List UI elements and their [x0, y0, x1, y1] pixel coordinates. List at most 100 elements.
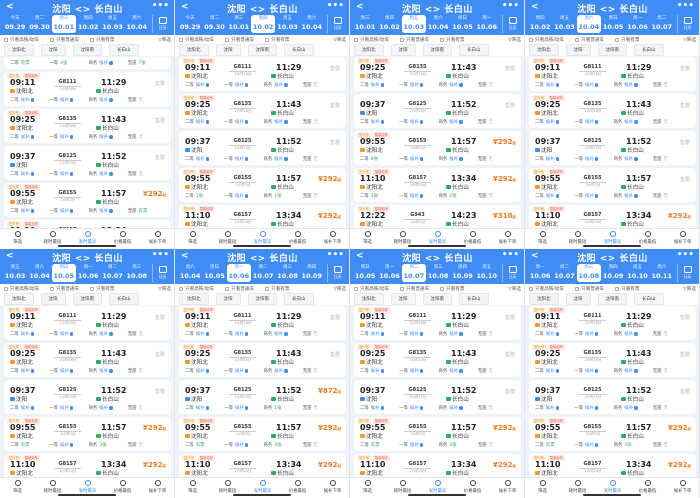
nav-item[interactable]: 筛选 — [525, 478, 560, 498]
seat-class[interactable]: 商务 候补 — [614, 405, 653, 411]
seat-class[interactable]: 商务 2张 — [439, 193, 478, 199]
seat-class[interactable]: 商务 候补 — [89, 331, 128, 337]
train-card[interactable]: 09:37 G8125 2小时15分 11:52 沈阳 长白山 售罄 二等 候补 一等 候补 商务 候补… — [529, 380, 696, 414]
date-tab[interactable]: 周二 10.07 — [650, 15, 674, 33]
filter-checkbox[interactable]: 只看普通车 — [50, 286, 79, 292]
filter-button[interactable]: ▽筛选 — [683, 37, 696, 43]
date-tab[interactable]: 周三 10.08 — [125, 264, 149, 282]
seat-class[interactable]: 商务 候补 — [89, 60, 128, 66]
train-card[interactable]: 复兴号智能动车11:10G81572小时24分13:34沈阳北长白山¥292起二… — [529, 454, 696, 477]
seat-class[interactable]: 二等 候补 — [535, 405, 574, 411]
filter-button[interactable]: ▽筛选 — [508, 286, 521, 292]
seat-class[interactable]: 一等 候补 — [399, 193, 438, 199]
station-chip[interactable]: 沈阳南 — [597, 44, 627, 56]
date-tab[interactable]: 周五 10.10 — [475, 264, 499, 282]
seat-class[interactable]: 无座无 — [303, 119, 342, 125]
seat-class[interactable]: 无座无 — [478, 442, 517, 448]
more-button[interactable]: ••• — [327, 1, 344, 11]
seat-class[interactable]: 一等 候补 — [574, 82, 613, 88]
date-tab[interactable]: 周五 10.10 — [625, 264, 649, 282]
seat-class[interactable]: 无座无 — [653, 156, 692, 162]
seat-class[interactable]: 二等 候补 — [535, 156, 574, 162]
seat-class[interactable]: 商务 候补 — [614, 82, 653, 88]
seat-class[interactable]: 二等 有票 — [185, 442, 224, 448]
date-tab[interactable]: 周四 10.09 — [601, 264, 625, 282]
seat-class[interactable]: 二等 有票 — [10, 442, 49, 448]
seat-class[interactable]: 商务 3张 — [89, 442, 128, 448]
date-tab[interactable]: 周一 10.06 — [377, 264, 401, 282]
seat-class[interactable]: 无座无 — [128, 405, 167, 411]
seat-class[interactable]: 商务 候补 — [439, 405, 478, 411]
train-card[interactable]: 复兴号智能动车11:10G81572小时24分13:34沈阳北长白山¥292起二… — [4, 454, 171, 477]
seat-class[interactable]: 无座无 — [303, 368, 342, 374]
station-chip[interactable]: 沈阳 — [565, 44, 591, 56]
nav-item[interactable]: 候补下单 — [315, 229, 349, 249]
filter-checkbox[interactable]: 只看普通车 — [225, 37, 254, 43]
calendar-button[interactable]: 日历 — [327, 15, 347, 33]
train-card[interactable]: 复兴号 智能动车 09:25 G8135 2小时18分 11:43 沈阳北 长白山 售罄 二等 候补… — [354, 57, 521, 91]
date-tab[interactable]: 周二 10.07 — [251, 264, 275, 282]
seat-class[interactable]: 无座无 — [303, 193, 342, 199]
filter-checkbox[interactable]: 只看高铁/动车 — [354, 286, 389, 292]
seat-class[interactable]: 一等 候补 — [49, 134, 88, 140]
train-card[interactable]: 二等 有票 一等 3张 商务 候补 无座 7张 — [4, 57, 171, 69]
seat-class[interactable]: 二等 候补 — [10, 97, 49, 103]
station-chip[interactable]: 长白山 — [459, 44, 489, 56]
seat-class[interactable]: 二等 候补 — [185, 368, 224, 374]
train-card[interactable]: 复兴号 智能动车 09:55 G8155 2小时2分 11:57 沈阳北 长白山 ¥292起 二等… — [354, 417, 521, 451]
calendar-button[interactable]: 日历 — [502, 15, 522, 33]
date-tab[interactable]: 周六 10.04 — [178, 264, 202, 282]
train-card[interactable]: 复兴号 智能动车 09:25 G8135 2小时18分 11:43 沈阳北 长白山 售罄 二等 候补… — [529, 94, 696, 128]
date-tab[interactable]: 周六 10.04 — [27, 264, 51, 282]
seat-class[interactable]: 无座无 — [303, 331, 342, 337]
station-chip[interactable]: 沈阳南 — [597, 293, 627, 305]
seat-class[interactable]: 商务 3张 — [439, 442, 478, 448]
date-tab[interactable]: 周五 10.03 — [100, 15, 124, 33]
filter-checkbox[interactable]: 只看高铁/动车 — [529, 37, 564, 43]
date-tab[interactable]: 周日 10.05 — [601, 15, 625, 33]
train-card[interactable]: 复兴号智能动车11:10G81572小时24分13:34沈阳北长白山¥292起二… — [354, 168, 521, 202]
seat-class[interactable]: 二等 候补 — [360, 119, 399, 125]
station-chip[interactable]: 长白山 — [459, 293, 489, 305]
seat-class[interactable]: 二等 候补 — [535, 368, 574, 374]
date-tab[interactable]: 周六 10.04 — [125, 15, 149, 33]
seat-class[interactable]: 一等 候补 — [224, 331, 263, 337]
station-chip[interactable]: 沈阳 — [40, 44, 66, 56]
seat-class[interactable]: 一等 候补 — [399, 331, 438, 337]
seat-class[interactable]: 一等 候补 — [574, 119, 613, 125]
seat-class[interactable]: 一等 候补 — [49, 208, 88, 214]
train-card[interactable]: 09:37 G8125 2小时15分 11:52 沈阳 长白山 售罄 二等 候补 一等 候补 商务 候补… — [4, 146, 171, 180]
seat-class[interactable]: 一等 候补 — [224, 193, 263, 199]
train-card[interactable]: 09:37 G8125 2小时15分 11:52 沈阳 长白山 售罄 二等 候补 一等 候补 商务 候补… — [529, 131, 696, 165]
station-chip[interactable]: 沈阳南 — [247, 44, 277, 56]
seat-class[interactable]: 无座 有票 — [128, 208, 167, 214]
nav-item[interactable]: 候补下单 — [490, 229, 524, 249]
train-card[interactable]: 复兴号智能动车11:10G81572小时24分13:34沈阳北长白山¥292起二… — [354, 454, 521, 477]
seat-class[interactable]: 无座无 — [303, 405, 342, 411]
seat-class[interactable]: 无座无 — [478, 193, 517, 199]
date-tab[interactable]: 周六 10.04 — [426, 15, 450, 33]
seat-class[interactable]: 一等 候补 — [224, 405, 263, 411]
seat-class[interactable]: 商务 候补 — [264, 82, 303, 88]
train-card[interactable]: 复兴号智能动车12:22G9432小时1分14:23沈阳北长白山¥310起二等候… — [354, 205, 521, 228]
train-card[interactable]: 复兴号智能动车11:10G81572小时24分13:34沈阳北长白山¥292起二… — [529, 205, 696, 228]
station-chip[interactable]: 沈阳北 — [354, 44, 384, 56]
station-chip[interactable]: 长白山 — [284, 44, 314, 56]
seat-class[interactable]: 商务 候补 — [264, 156, 303, 162]
seat-class[interactable]: 无座无 — [128, 442, 167, 448]
station-chip[interactable]: 长白山 — [634, 293, 664, 305]
seat-class[interactable]: 无座无 — [303, 82, 342, 88]
seat-class[interactable]: 二等 有票 — [535, 442, 574, 448]
calendar-button[interactable]: 日历 — [502, 264, 522, 282]
seat-class[interactable]: 无座无 — [653, 82, 692, 88]
seat-class[interactable]: 二等 候补 — [360, 82, 399, 88]
filter-button[interactable]: ▽筛选 — [333, 37, 346, 43]
nav-item[interactable]: 候补下单 — [665, 229, 699, 249]
train-card[interactable]: 09:37 G8125 2小时15分 11:52 沈阳 长白山 售罄 二等 候补 一等 候补 商务 候补… — [179, 131, 346, 165]
station-chip[interactable]: 沈阳南 — [422, 293, 452, 305]
date-tab[interactable]: 周四 10.02 — [76, 15, 100, 33]
date-tab[interactable]: 今天 09.29 — [3, 15, 27, 33]
station-chip[interactable]: 沈阳 — [390, 44, 416, 56]
filter-checkbox[interactable]: 只看高铁/动车 — [179, 286, 214, 292]
seat-class[interactable]: 一等 候补 — [399, 405, 438, 411]
